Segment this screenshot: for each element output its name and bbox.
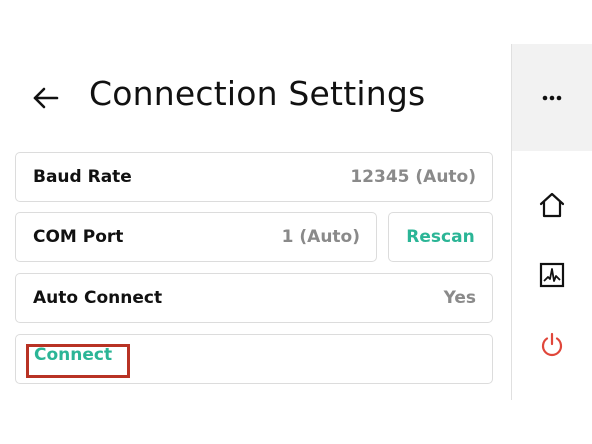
main-panel: Connection Settings Baud Rate 12345 (Aut… bbox=[0, 0, 511, 444]
com-port-value: 1 (Auto) bbox=[281, 227, 360, 247]
sidebar bbox=[511, 44, 592, 400]
baud-rate-value: 12345 (Auto) bbox=[350, 167, 476, 187]
back-button[interactable] bbox=[30, 82, 62, 114]
auto-connect-row[interactable]: Auto Connect Yes bbox=[15, 273, 493, 323]
com-port-row[interactable]: COM Port 1 (Auto) bbox=[15, 212, 377, 262]
auto-connect-value: Yes bbox=[443, 288, 476, 308]
rescan-button[interactable]: Rescan bbox=[388, 212, 493, 262]
baud-rate-row[interactable]: Baud Rate 12345 (Auto) bbox=[15, 152, 493, 202]
com-port-label: COM Port bbox=[33, 227, 124, 247]
auto-connect-label: Auto Connect bbox=[33, 288, 163, 308]
power-icon[interactable] bbox=[538, 331, 566, 359]
connect-row: Connect bbox=[15, 334, 493, 384]
page-title: Connection Settings bbox=[89, 74, 426, 113]
rescan-label: Rescan bbox=[406, 227, 475, 247]
more-options-icon[interactable] bbox=[538, 84, 566, 112]
back-arrow-icon bbox=[33, 87, 59, 109]
connect-button[interactable]: Connect bbox=[34, 345, 112, 365]
home-icon[interactable] bbox=[538, 191, 566, 219]
chart-icon[interactable] bbox=[538, 261, 566, 289]
baud-rate-label: Baud Rate bbox=[33, 167, 132, 187]
